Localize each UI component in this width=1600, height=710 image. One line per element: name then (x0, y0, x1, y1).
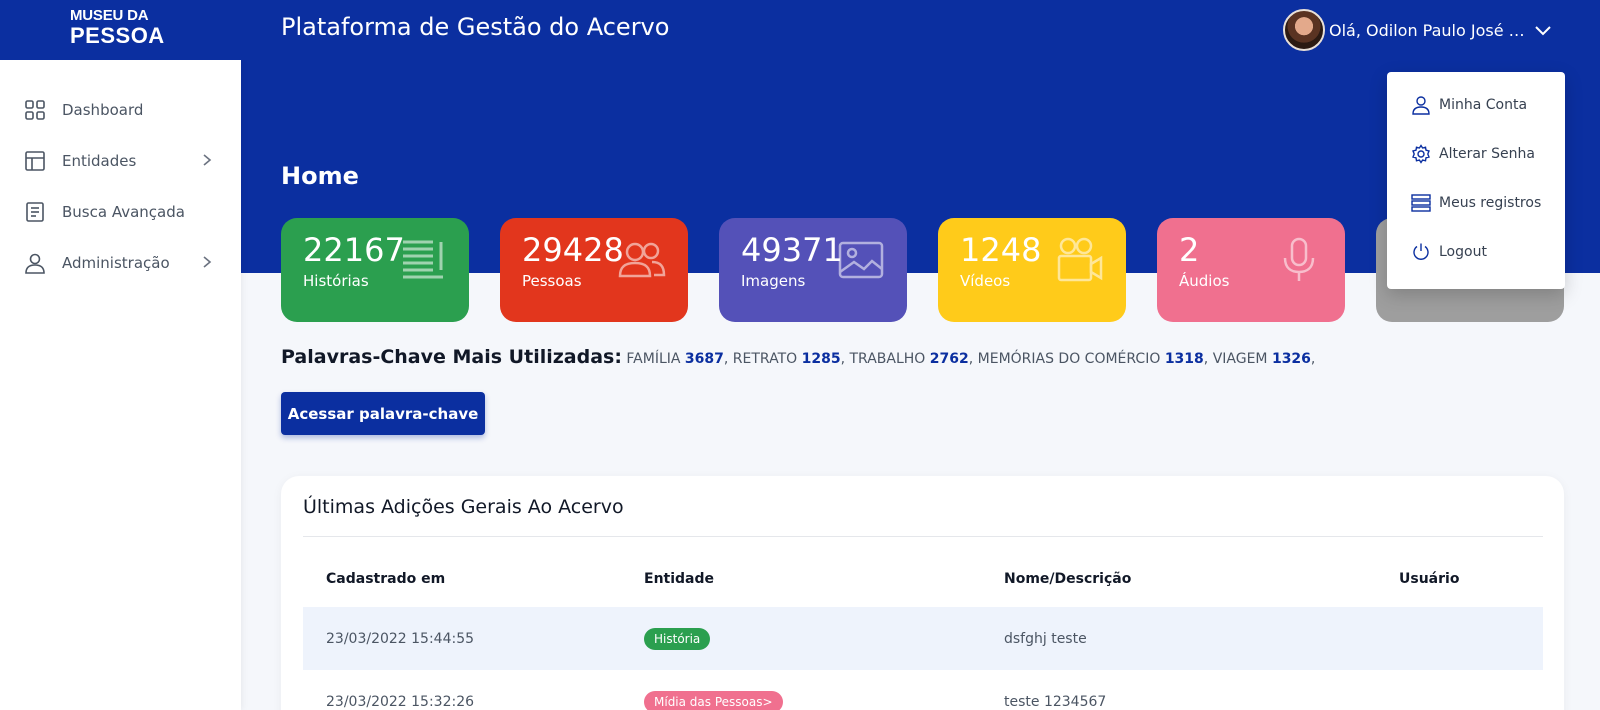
stat-value: 49371 (741, 231, 843, 269)
stat-value: 29428 (522, 231, 624, 269)
keyword-count: 3687 (684, 351, 724, 367)
column-header-user[interactable]: Usuário (1399, 571, 1459, 587)
table-row[interactable]: 23/03/2022 15:32:26 Mídia das Pessoas> t… (303, 670, 1543, 710)
sidebar-item-label: Administração (62, 254, 170, 272)
stat-label: Histórias (303, 272, 369, 290)
user-menu-toggle[interactable]: Olá, Odilon Paulo José M... (1283, 9, 1553, 51)
page-title: Home (281, 162, 359, 190)
keyword-word: FAMÍLIA (626, 351, 681, 367)
menu-item-meus-registros[interactable]: Meus registros (1411, 191, 1541, 215)
power-icon (1413, 243, 1429, 260)
stat-label: Imagens (741, 272, 806, 290)
layout-icon (25, 151, 45, 171)
sidebar-item-label: Dashboard (62, 101, 144, 119)
cell-entity: História (644, 607, 711, 670)
cell-name: dsfghj teste (1004, 630, 1087, 647)
user-greeting[interactable]: Olá, Odilon Paulo José M... (1329, 21, 1529, 40)
keyword-count: 2762 (929, 351, 969, 367)
menu-item-label: Logout (1439, 244, 1487, 260)
avatar[interactable] (1283, 9, 1325, 51)
panel-title: Últimas Adições Gerais Ao Acervo (303, 496, 624, 518)
stat-label: Áudios (1179, 272, 1230, 290)
keyword-word: TRABALHO (849, 351, 926, 367)
keyword-count: 1285 (801, 351, 841, 367)
entity-badge: Mídia das Pessoas> (644, 690, 783, 710)
stat-card-imagens[interactable]: 49371 Imagens (719, 218, 907, 322)
chevron-down-icon[interactable] (1533, 20, 1553, 40)
keyword-item[interactable]: MEMÓRIAS DO COMÉRCIO 1318 (978, 351, 1204, 367)
menu-item-logout[interactable]: Logout (1411, 240, 1487, 264)
keyword-item[interactable]: VIAGEM 1326 (1213, 351, 1311, 367)
keyword-count: 1326 (1271, 351, 1311, 367)
menu-item-minha-conta[interactable]: Minha Conta (1411, 93, 1527, 117)
column-header-name[interactable]: Nome/Descrição (1004, 571, 1131, 587)
app-title: Plataforma de Gestão do Acervo (281, 13, 670, 41)
keyword-word: RETRATO (732, 351, 798, 367)
sidebar-item-administracao[interactable]: Administração (24, 249, 214, 277)
sidebar-item-entidades[interactable]: Entidades (24, 147, 214, 175)
cell-date: 23/03/2022 15:32:26 (326, 693, 475, 710)
keyword-word: MEMÓRIAS DO COMÉRCIO (977, 351, 1161, 367)
chevron-right-icon (203, 256, 212, 268)
text-lines-icon (403, 240, 443, 279)
keyword-item[interactable]: FAMÍLIA 3687 (626, 351, 723, 367)
menu-item-label: Minha Conta (1439, 97, 1528, 113)
image-icon (838, 241, 884, 279)
keywords-line: Palavras-Chave Mais Utilizadas: FAMÍLIA … (281, 346, 1316, 368)
cell-date: 23/03/2022 15:44:55 (326, 630, 475, 647)
menu-item-label: Meus registros (1439, 195, 1542, 211)
divider (303, 536, 1543, 537)
stat-label: Vídeos (960, 272, 1011, 290)
stat-label: Pessoas (522, 272, 582, 290)
keyword-item[interactable]: TRABALHO 2762 (849, 351, 968, 367)
microphone-icon (1283, 237, 1315, 281)
video-camera-icon (1057, 237, 1103, 282)
document-icon (26, 202, 44, 222)
keyword-item[interactable]: RETRATO 1285 (733, 351, 841, 367)
entity-badge: História (644, 627, 711, 650)
stat-card-audios[interactable]: 2 Áudios (1157, 218, 1345, 322)
column-header-date[interactable]: Cadastrado em (326, 571, 445, 587)
sidebar-item-dashboard[interactable]: Dashboard (24, 96, 214, 124)
stat-value: 2 (1179, 231, 1200, 269)
menu-item-alterar-senha[interactable]: Alterar Senha (1411, 142, 1535, 166)
stat-card-historias[interactable]: 22167 Histórias (281, 218, 469, 322)
museu-da-pessoa-logo[interactable]: MUSEU DA PESSOA (70, 7, 165, 52)
column-header-entity[interactable]: Entidade (644, 571, 714, 587)
cell-name: teste 1234567 (1004, 693, 1107, 710)
stat-card-pessoas[interactable]: 29428 Pessoas (500, 218, 688, 322)
gear-icon (1412, 144, 1430, 164)
sidebar: Dashboard Entidades Busca Avançada Admin… (0, 60, 241, 710)
keywords-title: Palavras-Chave Mais Utilizadas: (281, 346, 622, 368)
sidebar-item-label: Busca Avançada (62, 203, 185, 221)
menu-item-label: Alterar Senha (1439, 146, 1535, 162)
cell-entity: Mídia das Pessoas> (644, 670, 783, 710)
access-keyword-button[interactable]: Acessar palavra-chave (281, 392, 485, 435)
chevron-right-icon (203, 154, 212, 166)
people-icon (618, 242, 666, 278)
keyword-count: 1318 (1164, 351, 1204, 367)
list-icon (1411, 194, 1431, 212)
user-dropdown-menu: Minha Conta Alterar Senha Meus registros… (1387, 72, 1565, 289)
recent-additions-panel: Últimas Adições Gerais Ao Acervo Cadastr… (281, 476, 1564, 710)
user-icon (25, 253, 45, 274)
sidebar-item-busca-avancada[interactable]: Busca Avançada (24, 198, 214, 226)
logo-line2: PESSOA (70, 23, 165, 48)
sidebar-item-label: Entidades (62, 152, 137, 170)
user-icon (1412, 96, 1430, 115)
stat-card-videos[interactable]: 1248 Vídeos (938, 218, 1126, 322)
table-row[interactable]: 23/03/2022 15:44:55 História dsfghj test… (303, 607, 1543, 670)
top-bar: MUSEU DA PESSOA Plataforma de Gestão do … (0, 0, 1600, 60)
keyword-word: VIAGEM (1212, 351, 1268, 367)
stat-value: 22167 (303, 231, 405, 269)
grid-icon (25, 100, 45, 120)
stat-value: 1248 (960, 231, 1042, 269)
logo-line1: MUSEU DA (70, 7, 149, 24)
